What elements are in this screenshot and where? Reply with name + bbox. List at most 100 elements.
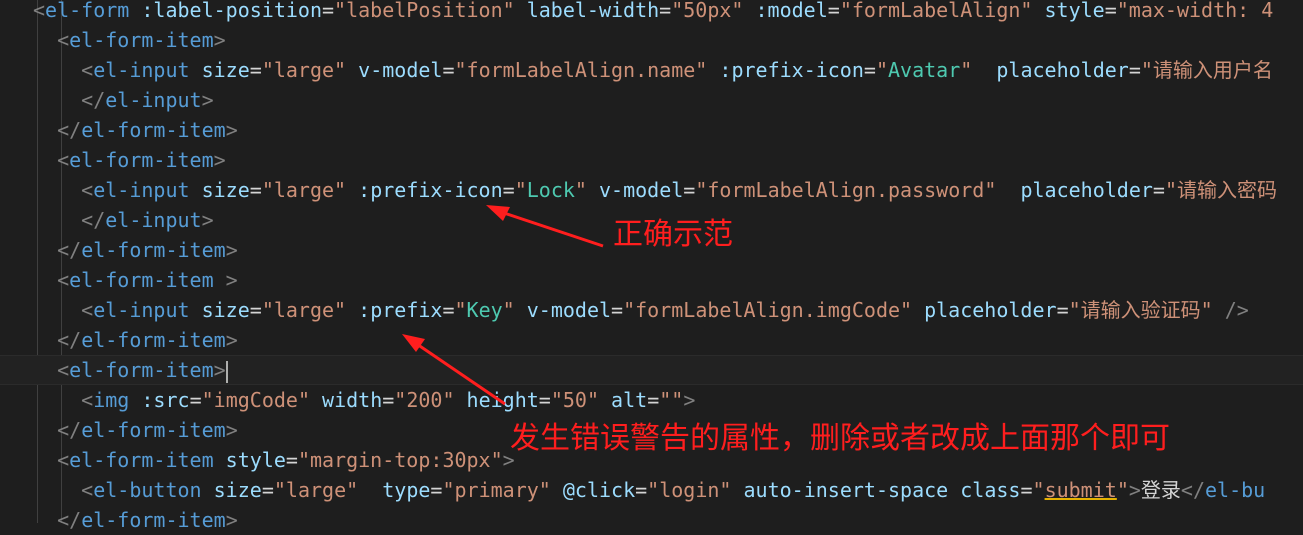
code-token: />: [1212, 298, 1249, 322]
code-token: :src: [129, 388, 190, 412]
code-token: :prefix-icon: [707, 58, 864, 82]
code-token: =: [863, 58, 876, 82]
code-token: =: [683, 178, 696, 202]
code-line[interactable]: </el-input>: [0, 85, 1303, 115]
code-token: "": [659, 388, 684, 412]
code-token: class: [948, 478, 1021, 502]
code-token: =: [611, 298, 624, 322]
code-token: "请输入验证码": [1068, 298, 1213, 322]
code-token: v-model: [346, 58, 443, 82]
code-token: <: [57, 448, 70, 472]
code-token: v-model: [586, 178, 684, 202]
code-line[interactable]: <el-form-item>: [0, 25, 1303, 55]
code-token: placeholder: [912, 298, 1057, 322]
code-token: el-input: [93, 298, 190, 322]
code-token: =: [1056, 298, 1069, 322]
code-token: "login": [647, 478, 732, 502]
code-token: =: [442, 58, 455, 82]
code-token: style: [213, 448, 286, 472]
code-line[interactable]: <el-input size="large" :prefix-icon="Loc…: [0, 175, 1303, 205]
code-token: <: [81, 478, 94, 502]
code-line[interactable]: <el-form-item>: [0, 145, 1303, 175]
code-token: "large": [261, 298, 347, 322]
code-token: ": [490, 448, 503, 472]
code-token: el-input: [105, 208, 202, 232]
code-line[interactable]: </el-form-item>: [0, 325, 1303, 355]
code-line[interactable]: <el-form-item>: [0, 355, 1303, 385]
code-line[interactable]: <el-form :label-position="labelPosition"…: [0, 0, 1303, 25]
code-token: ": [960, 58, 973, 82]
code-token: "200": [394, 388, 455, 412]
code-token: <: [57, 28, 70, 52]
code-token: =: [430, 478, 443, 502]
code-token: >: [213, 148, 226, 172]
code-token: >: [1128, 478, 1141, 502]
code-token: el-form-item: [81, 238, 226, 262]
code-token: img: [93, 388, 130, 412]
code-token: </: [57, 238, 82, 262]
code-token: size: [189, 178, 250, 202]
code-token: "请输入密码: [1164, 178, 1278, 202]
code-token: el-input: [93, 178, 190, 202]
code-token: el-bu: [1205, 478, 1266, 502]
code-token: </: [57, 508, 82, 532]
code-token: </: [81, 88, 106, 112]
code-token: =: [249, 58, 262, 82]
code-token: placeholder: [996, 178, 1153, 202]
code-token: v-model: [514, 298, 612, 322]
code-token: auto-insert-space: [731, 478, 949, 502]
code-line[interactable]: </el-form-item>: [0, 505, 1303, 535]
code-token: <: [33, 0, 46, 22]
code-line[interactable]: <el-input size="large" :prefix="Key" v-m…: [0, 295, 1303, 325]
code-line[interactable]: <el-input size="large" v-model="formLabe…: [0, 55, 1303, 85]
code-token: height: [454, 388, 539, 412]
code-token: >: [225, 418, 238, 442]
code-line[interactable]: <img :src="imgCode" width="200" height="…: [0, 385, 1303, 415]
code-token: "formLabelAlign.imgCode": [623, 298, 913, 322]
code-token: "formLabelAlign.name": [454, 58, 708, 82]
code-token: ": [875, 58, 888, 82]
code-token: Lock: [526, 178, 575, 202]
code-token: =: [659, 0, 672, 22]
code-token: >: [213, 268, 238, 292]
code-token: </: [81, 208, 106, 232]
code-token: ": [574, 178, 587, 202]
code-token: >: [225, 118, 238, 142]
code-token: el-form: [45, 0, 130, 22]
code-token: </: [57, 328, 82, 352]
code-token: "请输入用户名: [1140, 58, 1273, 82]
code-line[interactable]: <el-button size="large" type="primary" @…: [0, 475, 1303, 505]
code-token: >: [225, 328, 238, 352]
code-token: >: [213, 28, 226, 52]
code-token: placeholder: [972, 58, 1129, 82]
code-token: "large": [261, 178, 347, 202]
code-line[interactable]: <el-form-item >: [0, 265, 1303, 295]
code-token: <: [57, 148, 70, 172]
code-token: <: [81, 58, 94, 82]
code-token: "margin-top:: [297, 448, 443, 472]
code-line[interactable]: </el-form-item>: [0, 115, 1303, 145]
code-token: el-input: [105, 88, 202, 112]
code-token: size: [189, 298, 250, 322]
code-token: submit: [1044, 478, 1117, 502]
code-token: ": [514, 178, 527, 202]
code-token: width: [309, 388, 383, 412]
code-token: :label-position: [129, 0, 322, 22]
code-token: Key: [466, 298, 503, 322]
code-token: >: [225, 508, 238, 532]
code-token: </: [1180, 478, 1205, 502]
code-token: <: [57, 358, 70, 382]
text-cursor: [225, 360, 228, 383]
